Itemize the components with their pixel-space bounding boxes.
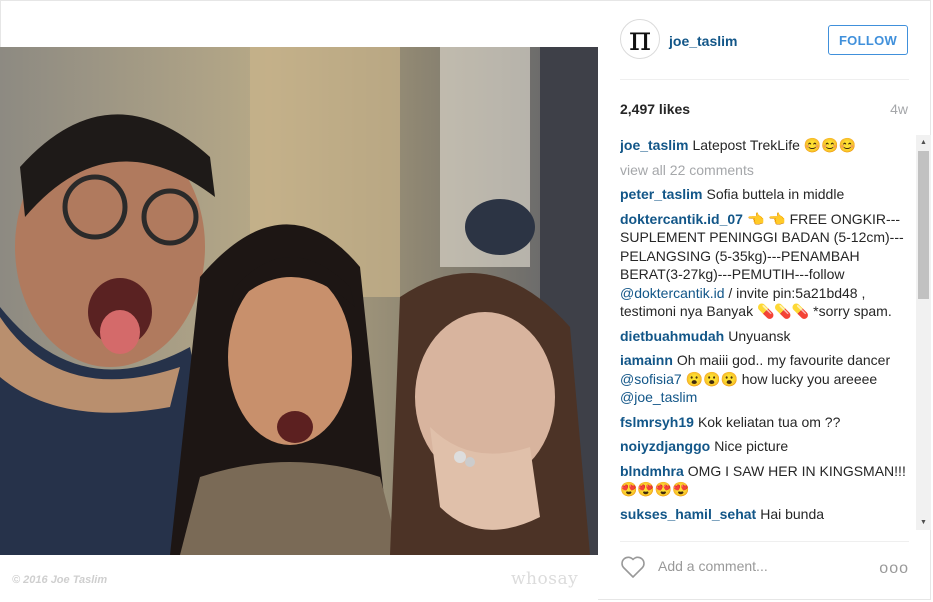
scroll-up-arrow-icon[interactable]: ▲ xyxy=(916,135,931,150)
caption: joe_taslim Latepost TrekLife 😊😊😊 xyxy=(620,136,908,155)
whosay-watermark: whosay xyxy=(511,569,579,589)
view-all-comments-link[interactable]: view all 22 comments xyxy=(620,161,908,180)
comment-text: Sofia buttela in middle xyxy=(706,186,845,202)
photo-copyright: © 2016 Joe Taslim xyxy=(12,574,108,586)
comment-text: Oh maiii god.. my favourite dancer xyxy=(676,352,891,368)
likes-count[interactable]: 2,497 likes xyxy=(620,101,690,117)
follow-button[interactable]: FOLLOW xyxy=(828,25,908,55)
comment-mention[interactable]: @doktercantik.id xyxy=(620,285,724,301)
comment-username[interactable]: iamainn xyxy=(620,352,673,368)
comment-container: peter_taslim Sofia buttela in middle dokte… xyxy=(620,185,908,523)
comment-item: iamainn Oh maiii god.. my favourite dance… xyxy=(620,351,908,407)
comment-username[interactable]: peter_taslim xyxy=(620,186,702,202)
comment-text: Kok keliatan tua om ?? xyxy=(697,413,841,430)
scrollbar-thumb[interactable] xyxy=(918,151,929,299)
heart-icon[interactable] xyxy=(620,555,646,579)
comment-item: noiyzdjanggo Nice picture xyxy=(620,437,908,456)
caption-text: Latepost TrekLife 😊😊😊 xyxy=(692,137,857,153)
avatar[interactable]: π xyxy=(620,19,660,59)
comment-username[interactable]: dietbuahmudah xyxy=(620,328,724,344)
comment-item: dietbuahmudah Unyuansk xyxy=(620,327,908,346)
comment-mention[interactable]: @joe_taslim xyxy=(620,389,697,405)
comment-text: Hai bunda xyxy=(760,505,825,522)
selfie-photo xyxy=(0,47,598,555)
comment-text: Nice picture xyxy=(714,438,789,454)
comment-item: peter_taslim Sofia buttela in middle xyxy=(620,185,908,204)
header-divider xyxy=(620,79,909,80)
footer-divider xyxy=(620,541,909,542)
scroll-down-arrow-icon[interactable]: ▼ xyxy=(916,515,931,530)
comment-username[interactable]: doktercantik.id_07 xyxy=(620,211,743,227)
comment-username[interactable]: sukses_hamil_sehat xyxy=(620,506,756,522)
comment-username[interactable]: fslmrsyh19 xyxy=(620,414,694,430)
comment-text: 😮😮😮 how lucky you areeee xyxy=(681,370,878,387)
post-username[interactable]: joe_taslim xyxy=(669,33,737,49)
comment-item: fslmrsyh19 Kok keliatan tua om ?? xyxy=(620,413,908,432)
comment-item: sukses_hamil_sehat Hai bunda xyxy=(620,505,908,524)
post-photo[interactable] xyxy=(0,47,598,555)
post-header: π joe_taslim FOLLOW xyxy=(599,0,931,80)
comments-scrollbar[interactable]: ▲ ▼ xyxy=(916,135,931,530)
caption-username[interactable]: joe_taslim xyxy=(620,137,688,153)
comment-item: doktercantik.id_07 👈 👈 FREE ONGKIR---SUPL… xyxy=(620,210,908,321)
comments-list[interactable]: joe_taslim Latepost TrekLife 😊😊😊 view all… xyxy=(620,136,908,538)
comment-username[interactable]: blndmhra xyxy=(620,463,684,479)
post-sidebar: π joe_taslim FOLLOW 2,497 likes 4w joe_t… xyxy=(599,0,931,600)
add-comment-input[interactable]: Add a comment... xyxy=(658,558,768,574)
more-options-icon[interactable]: ooo xyxy=(879,560,909,578)
comment-item: blndmhra OMG I SAW HER IN KINGSMAN!!!😍😍😍😍 xyxy=(620,462,908,499)
comment-username[interactable]: noiyzdjanggo xyxy=(620,438,710,454)
post-age[interactable]: 4w xyxy=(890,101,908,117)
comment-text: Unyuansk xyxy=(728,327,791,344)
comment-mention[interactable]: @sofisia7 xyxy=(620,371,682,387)
